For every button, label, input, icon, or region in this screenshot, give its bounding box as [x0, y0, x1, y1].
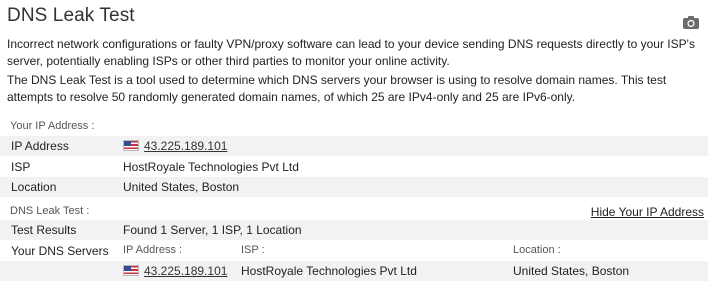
row-value-test-results: Found 1 Server, 1 ISP, 1 Location: [123, 223, 302, 237]
dns-server-isp: HostRoyale Technologies Pvt Ltd: [241, 264, 417, 278]
camera-icon[interactable]: [682, 14, 700, 30]
table-row: Test Results Found 1 Server, 1 ISP, 1 Lo…: [0, 220, 708, 240]
row-key-test-results: Test Results: [11, 223, 77, 237]
hide-ip-address-link[interactable]: Hide Your IP Address: [591, 205, 704, 219]
dns-server-row: 43.225.189.101 HostRoyale Technologies P…: [0, 261, 708, 281]
dns-leak-test-panel: DNS Leak Test Incorrect network configur…: [0, 0, 714, 289]
us-flag-icon: [123, 140, 139, 151]
column-header-isp: ISP :: [241, 244, 265, 256]
table-row: Location United States, Boston: [0, 177, 708, 197]
row-key-dns-servers: Your DNS Servers: [11, 244, 109, 258]
dns-section-label: DNS Leak Test :: [10, 205, 90, 217]
row-value-location: United States, Boston: [123, 180, 240, 194]
row-value-ip-address: 43.225.189.101: [123, 139, 227, 153]
intro-paragraph-2: The DNS Leak Test is a tool used to dete…: [7, 73, 667, 104]
table-row: Your DNS Servers IP Address : ISP : Loca…: [0, 241, 708, 261]
page-title: DNS Leak Test: [7, 5, 135, 26]
dns-server-ip: 43.225.189.101: [123, 264, 227, 278]
row-key-isp: ISP: [11, 160, 31, 174]
dns-server-ip-link[interactable]: 43.225.189.101: [144, 264, 227, 278]
dns-server-location: United States, Boston: [513, 264, 630, 278]
row-key-location: Location: [11, 180, 57, 194]
us-flag-icon: [123, 265, 139, 276]
ip-section-label: Your IP Address :: [10, 120, 95, 132]
intro-paragraph-1: Incorrect network configurations or faul…: [7, 37, 695, 68]
table-row: IP Address 43.225.189.101: [0, 136, 708, 156]
column-header-location: Location :: [513, 244, 561, 256]
ip-address-link[interactable]: 43.225.189.101: [144, 139, 227, 153]
column-header-ip: IP Address :: [123, 244, 183, 256]
row-key-ip-address: IP Address: [11, 139, 69, 153]
row-value-isp: HostRoyale Technologies Pvt Ltd: [123, 160, 299, 174]
table-row: ISP HostRoyale Technologies Pvt Ltd: [0, 157, 708, 177]
